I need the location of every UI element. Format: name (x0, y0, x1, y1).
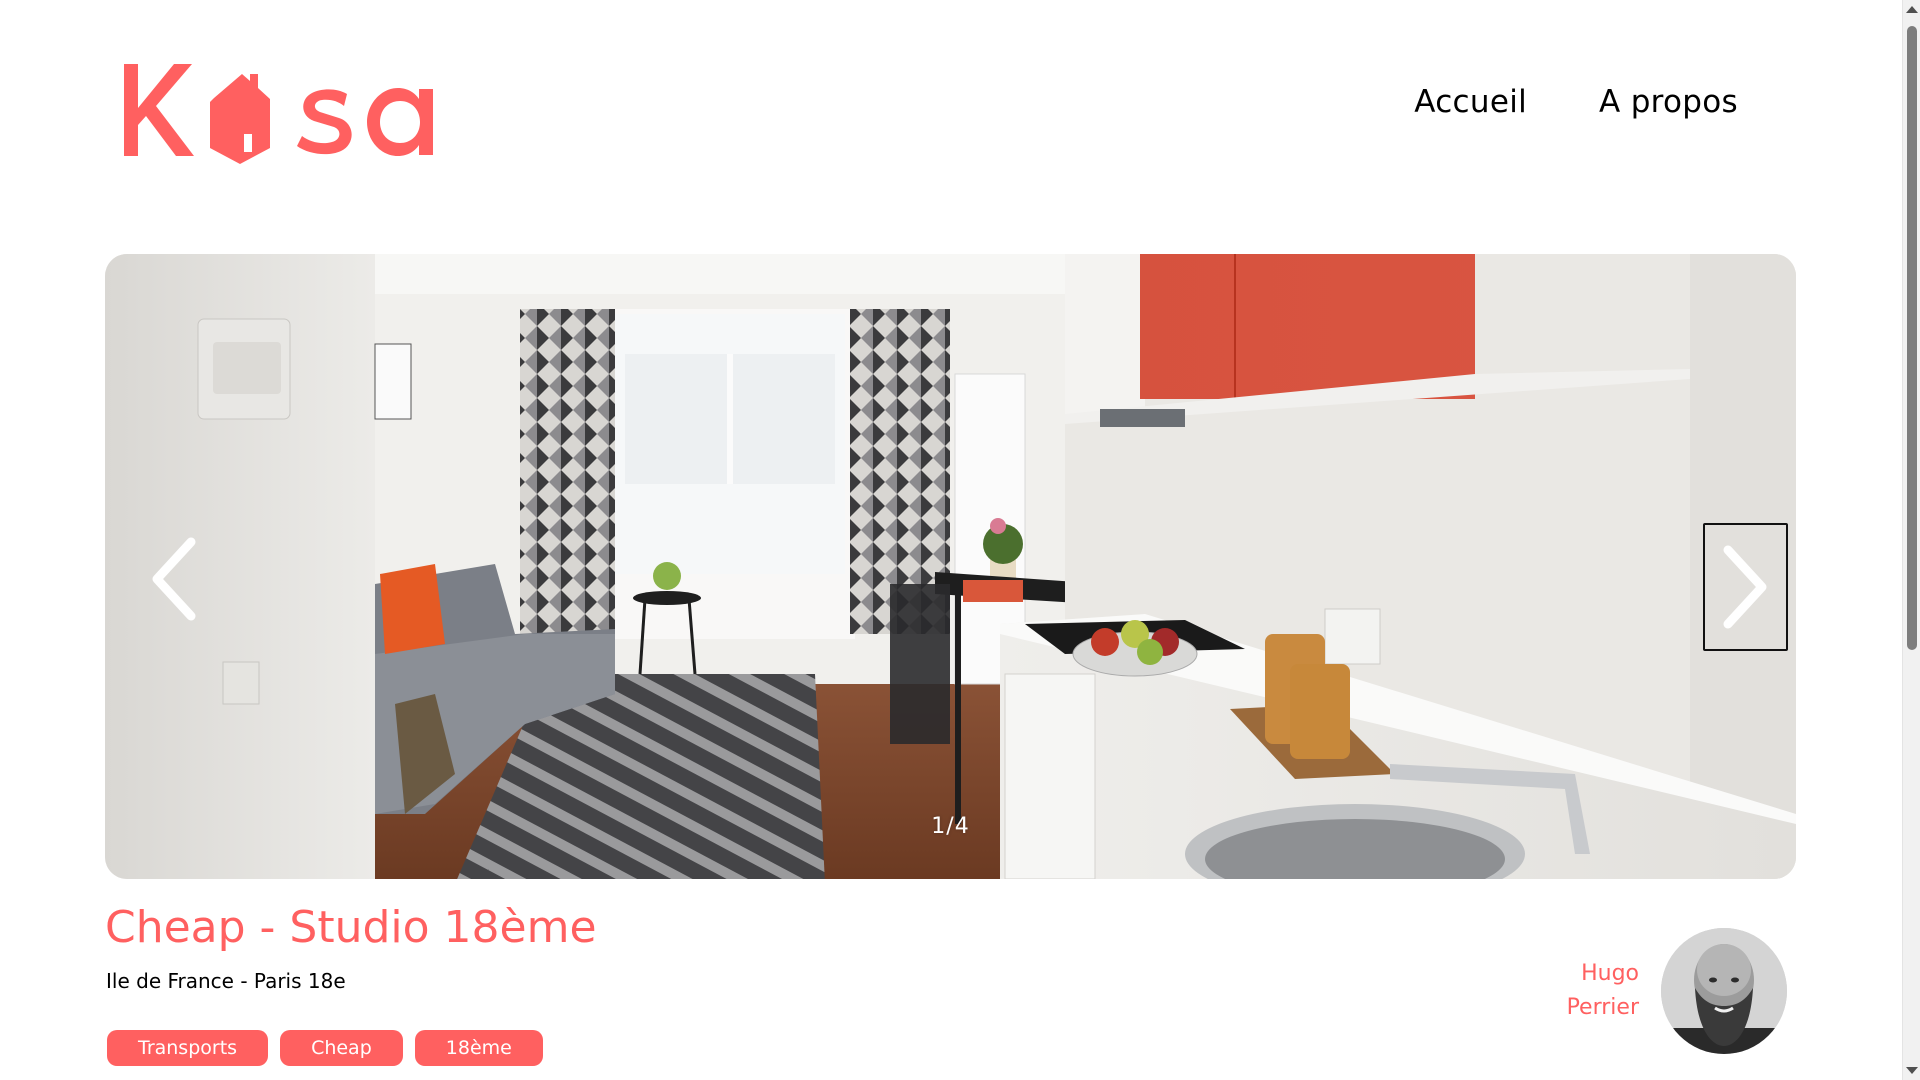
page: Accueil A propos 1/4 Cheap - Studio 18èm… (0, 0, 1920, 1080)
host-card: Hugo Perrier (1529, 928, 1787, 1054)
next-image-button[interactable] (1703, 523, 1788, 651)
scrollbar-thumb[interactable] (1907, 26, 1917, 650)
chevron-right-icon (1723, 545, 1766, 629)
tag: Transports (107, 1030, 269, 1066)
scroll-up-arrow-icon[interactable] (1906, 6, 1918, 13)
gallery-carousel: 1/4 (105, 254, 1796, 879)
host-last-name: Perrier (1566, 995, 1639, 1020)
host-name: Hugo Perrier (1529, 957, 1639, 1025)
avatar (1661, 928, 1787, 1054)
nav-link-a-propos[interactable]: A propos (1599, 84, 1738, 120)
nav-link-accueil[interactable]: Accueil (1414, 84, 1527, 120)
chevron-left-icon (152, 537, 196, 621)
tag: 18ème (414, 1030, 543, 1066)
image-counter: 1/4 (931, 814, 970, 839)
listing-location: Ile de France - Paris 18e (106, 969, 346, 993)
kasa-logo[interactable] (122, 56, 452, 176)
page-scrollbar[interactable] (1902, 0, 1920, 1080)
listing-photo (105, 254, 1796, 879)
scroll-down-arrow-icon[interactable] (1906, 1067, 1918, 1074)
previous-image-button[interactable] (129, 524, 217, 634)
tag-list: Transports Cheap 18ème (107, 1030, 543, 1066)
host-first-name: Hugo (1581, 961, 1639, 986)
tag: Cheap (280, 1030, 403, 1066)
main-nav: Accueil A propos (1414, 84, 1738, 120)
listing-title: Cheap - Studio 18ème (105, 902, 597, 953)
